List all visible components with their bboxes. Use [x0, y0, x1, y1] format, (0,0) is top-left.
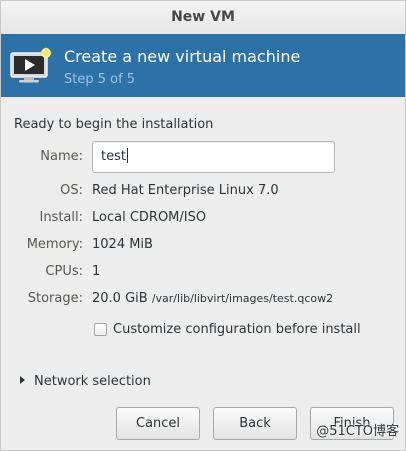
cpus-value: 1 [92, 264, 101, 279]
new-vm-window: New VM Create a new virtual machine Step… [0, 0, 406, 451]
customize-checkbox-label[interactable]: Customize configuration before install [113, 322, 361, 337]
text-cursor [126, 148, 128, 163]
storage-label: Storage: [27, 291, 83, 306]
install-value: Local CDROM/ISO [92, 210, 207, 225]
vm-monitor-icon [10, 47, 52, 83]
os-label: OS: [60, 183, 83, 198]
network-selection-label[interactable]: Network selection [34, 374, 151, 389]
vm-name-value: test [101, 149, 126, 164]
customize-checkbox[interactable] [94, 323, 107, 336]
memory-value: 1024 MiB [92, 237, 153, 252]
storage-size: 20.0 GiB [92, 291, 148, 306]
step-indicator: Step 5 of 5 [64, 72, 136, 87]
customize-option[interactable]: Customize configuration before install [94, 319, 361, 337]
storage-path: /var/lib/libvirt/images/test.qcow2 [151, 292, 334, 305]
network-selection-expander[interactable]: Network selection [20, 374, 151, 389]
summary-heading: Ready to begin the installation [14, 117, 214, 132]
install-label: Install: [39, 210, 83, 225]
os-value: Red Hat Enterprise Linux 7.0 [92, 183, 279, 198]
watermark: @51CTO博客 [316, 424, 399, 439]
window-title: New VM [1, 1, 405, 35]
vm-name-input[interactable]: test [92, 141, 335, 173]
banner-title: Create a new virtual machine [64, 47, 301, 66]
wizard-banner: Create a new virtual machine Step 5 of 5 [1, 34, 405, 97]
memory-label: Memory: [26, 237, 83, 252]
cancel-button[interactable]: Cancel [116, 407, 200, 440]
storage-value: 20.0 GiB /var/lib/libvirt/images/test.qc… [92, 291, 333, 306]
back-button[interactable]: Back [213, 407, 297, 440]
expander-arrow-icon [20, 376, 25, 384]
cpus-label: CPUs: [45, 264, 83, 279]
name-label: Name: [40, 149, 83, 164]
